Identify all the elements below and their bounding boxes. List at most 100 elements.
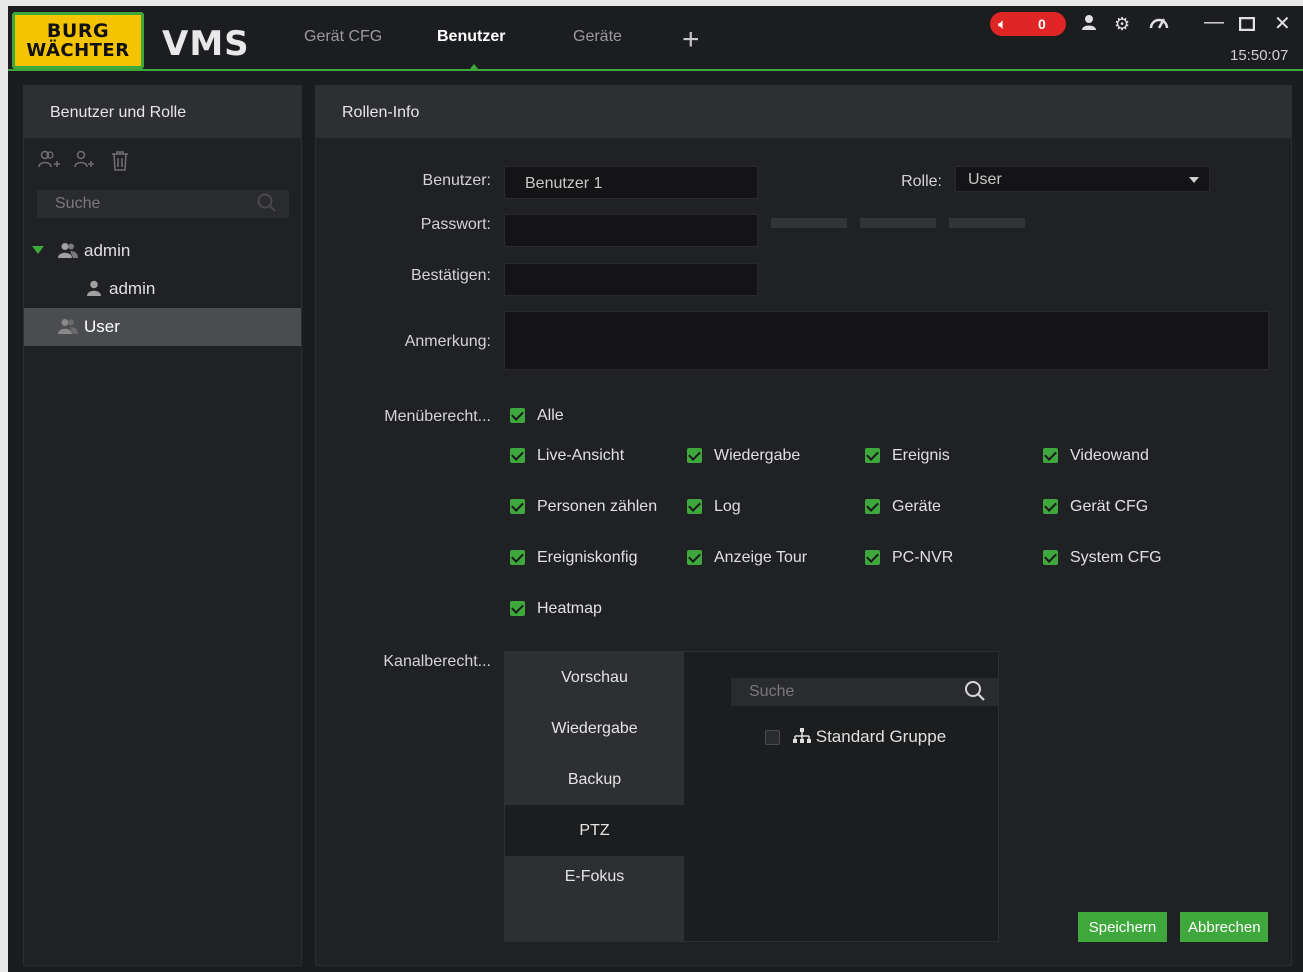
tab-geraet-cfg[interactable]: Gerät CFG: [304, 28, 382, 46]
label-log: Log: [714, 498, 741, 515]
add-tab-icon[interactable]: +: [682, 25, 700, 55]
add-role-icon[interactable]: [38, 150, 60, 176]
channel-rights-label: Kanalberecht...: [383, 653, 491, 670]
checkbox-geraet-cfg[interactable]: [1043, 499, 1058, 514]
label-geraet-cfg: Gerät CFG: [1070, 498, 1149, 515]
channel-tab-wiedergabe[interactable]: Wiedergabe: [505, 703, 684, 754]
label-alle: Alle: [537, 407, 564, 424]
label-geraete: Geräte: [892, 498, 941, 515]
user-icon[interactable]: [1081, 14, 1097, 35]
save-button[interactable]: Speichern: [1078, 912, 1167, 942]
gear-icon[interactable]: ⚙: [1114, 14, 1130, 35]
label-anzeige-tour: Anzeige Tour: [714, 549, 808, 566]
tree-group-admin[interactable]: admin: [24, 232, 301, 270]
brand-logo: BURG WÄCHTER: [12, 12, 144, 69]
clock: 15:50:07: [1230, 47, 1289, 64]
label-heatmap: Heatmap: [537, 600, 602, 617]
label-ereignis: Ereignis: [892, 447, 950, 464]
channel-tab-vorschau[interactable]: Vorschau: [505, 652, 684, 703]
alarm-count: 0: [1038, 16, 1046, 32]
checkbox-anzeige-tour[interactable]: [687, 550, 702, 565]
search-icon[interactable]: [257, 193, 277, 218]
label-personen-zaehlen: Personen zählen: [537, 498, 658, 515]
checkbox-system-cfg[interactable]: [1043, 550, 1058, 565]
checkbox-personen-zaehlen[interactable]: [510, 499, 525, 514]
alarm-button[interactable]: 🔈︎ 0: [990, 12, 1066, 36]
user-field[interactable]: Benutzer 1: [504, 166, 758, 199]
channel-tabs: Vorschau Wiedergabe Backup PTZ E-Fokus: [505, 652, 684, 941]
label-ereigniskonfig: Ereigniskonfig: [537, 549, 638, 566]
close-icon[interactable]: ✕: [1274, 11, 1291, 36]
role-group-icon: [58, 242, 78, 262]
password-field[interactable]: [504, 214, 758, 247]
password-strength-bar-3: [949, 218, 1025, 228]
maximize-icon[interactable]: [1238, 14, 1256, 37]
password-strength-bar-2: [860, 218, 936, 228]
left-search-box: [37, 190, 289, 218]
left-search-input[interactable]: [37, 190, 247, 218]
title-bar: BURG WÄCHTER VMS Gerät CFG Benutzer Gerä…: [8, 6, 1303, 71]
role-select-value: User: [968, 171, 1002, 188]
role-select[interactable]: User: [955, 166, 1210, 192]
remark-field[interactable]: [504, 311, 1269, 370]
role-info-panel: Rollen-Info Benutzer: Benutzer 1 Rolle: …: [315, 85, 1292, 966]
checkbox-geraete[interactable]: [865, 499, 880, 514]
channel-search-box: [731, 678, 998, 706]
checkbox-live-ansicht[interactable]: [510, 448, 525, 463]
label-live-ansicht: Live-Ansicht: [537, 447, 625, 464]
expand-triangle-icon[interactable]: [32, 246, 44, 254]
channel-group-label: Standard Gruppe: [815, 727, 947, 746]
add-user-icon[interactable]: [74, 150, 96, 176]
checkbox-standard-gruppe[interactable]: [765, 730, 780, 745]
remark-label: Anmerkung:: [404, 333, 491, 350]
tree-group-admin-label: admin: [84, 241, 131, 260]
speaker-icon: 🔈︎: [998, 15, 1008, 33]
role-group-icon: [58, 318, 78, 338]
checkbox-alle[interactable]: [510, 408, 525, 423]
delete-icon[interactable]: [110, 150, 130, 178]
password-strength-bar-1: [771, 218, 847, 228]
left-toolbar: [24, 138, 301, 178]
minimize-icon[interactable]: —: [1204, 11, 1224, 34]
active-tab-indicator: [469, 64, 479, 70]
search-icon[interactable]: [964, 680, 986, 708]
label-wiedergabe: Wiedergabe: [714, 447, 801, 464]
channel-tab-backup[interactable]: Backup: [505, 754, 684, 805]
confirm-password-field[interactable]: [504, 263, 758, 296]
channel-group-item[interactable]: Standard Gruppe: [793, 727, 946, 747]
checkbox-pc-nvr[interactable]: [865, 550, 880, 565]
user-icon: [86, 280, 102, 300]
chevron-down-icon: [1189, 177, 1199, 183]
label-videowand: Videowand: [1070, 447, 1149, 464]
channel-permissions: Vorschau Wiedergabe Backup PTZ E-Fokus S…: [504, 651, 999, 942]
confirm-label: Bestätigen:: [410, 267, 491, 284]
app-name: VMS: [162, 24, 250, 64]
checkbox-videowand[interactable]: [1043, 448, 1058, 463]
label-pc-nvr: PC-NVR: [892, 549, 954, 566]
password-label: Passwort:: [420, 216, 491, 233]
label-system-cfg: System CFG: [1070, 549, 1162, 566]
checkbox-ereignis[interactable]: [865, 448, 880, 463]
tree-group-user[interactable]: User: [24, 308, 301, 346]
checkbox-heatmap[interactable]: [510, 601, 525, 616]
tab-geraete[interactable]: Geräte: [573, 28, 622, 46]
checkbox-ereigniskonfig[interactable]: [510, 550, 525, 565]
channel-tab-e-fokus[interactable]: E-Fokus: [505, 856, 684, 907]
checkbox-wiedergabe[interactable]: [687, 448, 702, 463]
right-panel-title: Rollen-Info: [316, 86, 1291, 138]
tab-benutzer[interactable]: Benutzer: [437, 28, 505, 46]
brand-line-1: BURG: [46, 19, 110, 42]
channel-tab-ptz[interactable]: PTZ: [505, 805, 684, 856]
checkbox-log[interactable]: [687, 499, 702, 514]
left-panel-title: Benutzer und Rolle: [24, 86, 301, 138]
org-tree-icon: [793, 727, 816, 746]
tree-user-admin-label: admin: [109, 279, 156, 298]
tree-user-admin[interactable]: admin: [24, 270, 301, 308]
cancel-button[interactable]: Abbrechen: [1180, 912, 1268, 942]
app-window: BURG WÄCHTER VMS Gerät CFG Benutzer Gerä…: [8, 6, 1303, 972]
tree-group-user-label: User: [84, 317, 120, 336]
channel-search-input[interactable]: [731, 678, 951, 706]
user-role-panel: Benutzer und Rolle admin: [23, 85, 302, 966]
performance-gauge-icon[interactable]: [1149, 14, 1169, 35]
role-label: Rolle:: [901, 173, 942, 190]
